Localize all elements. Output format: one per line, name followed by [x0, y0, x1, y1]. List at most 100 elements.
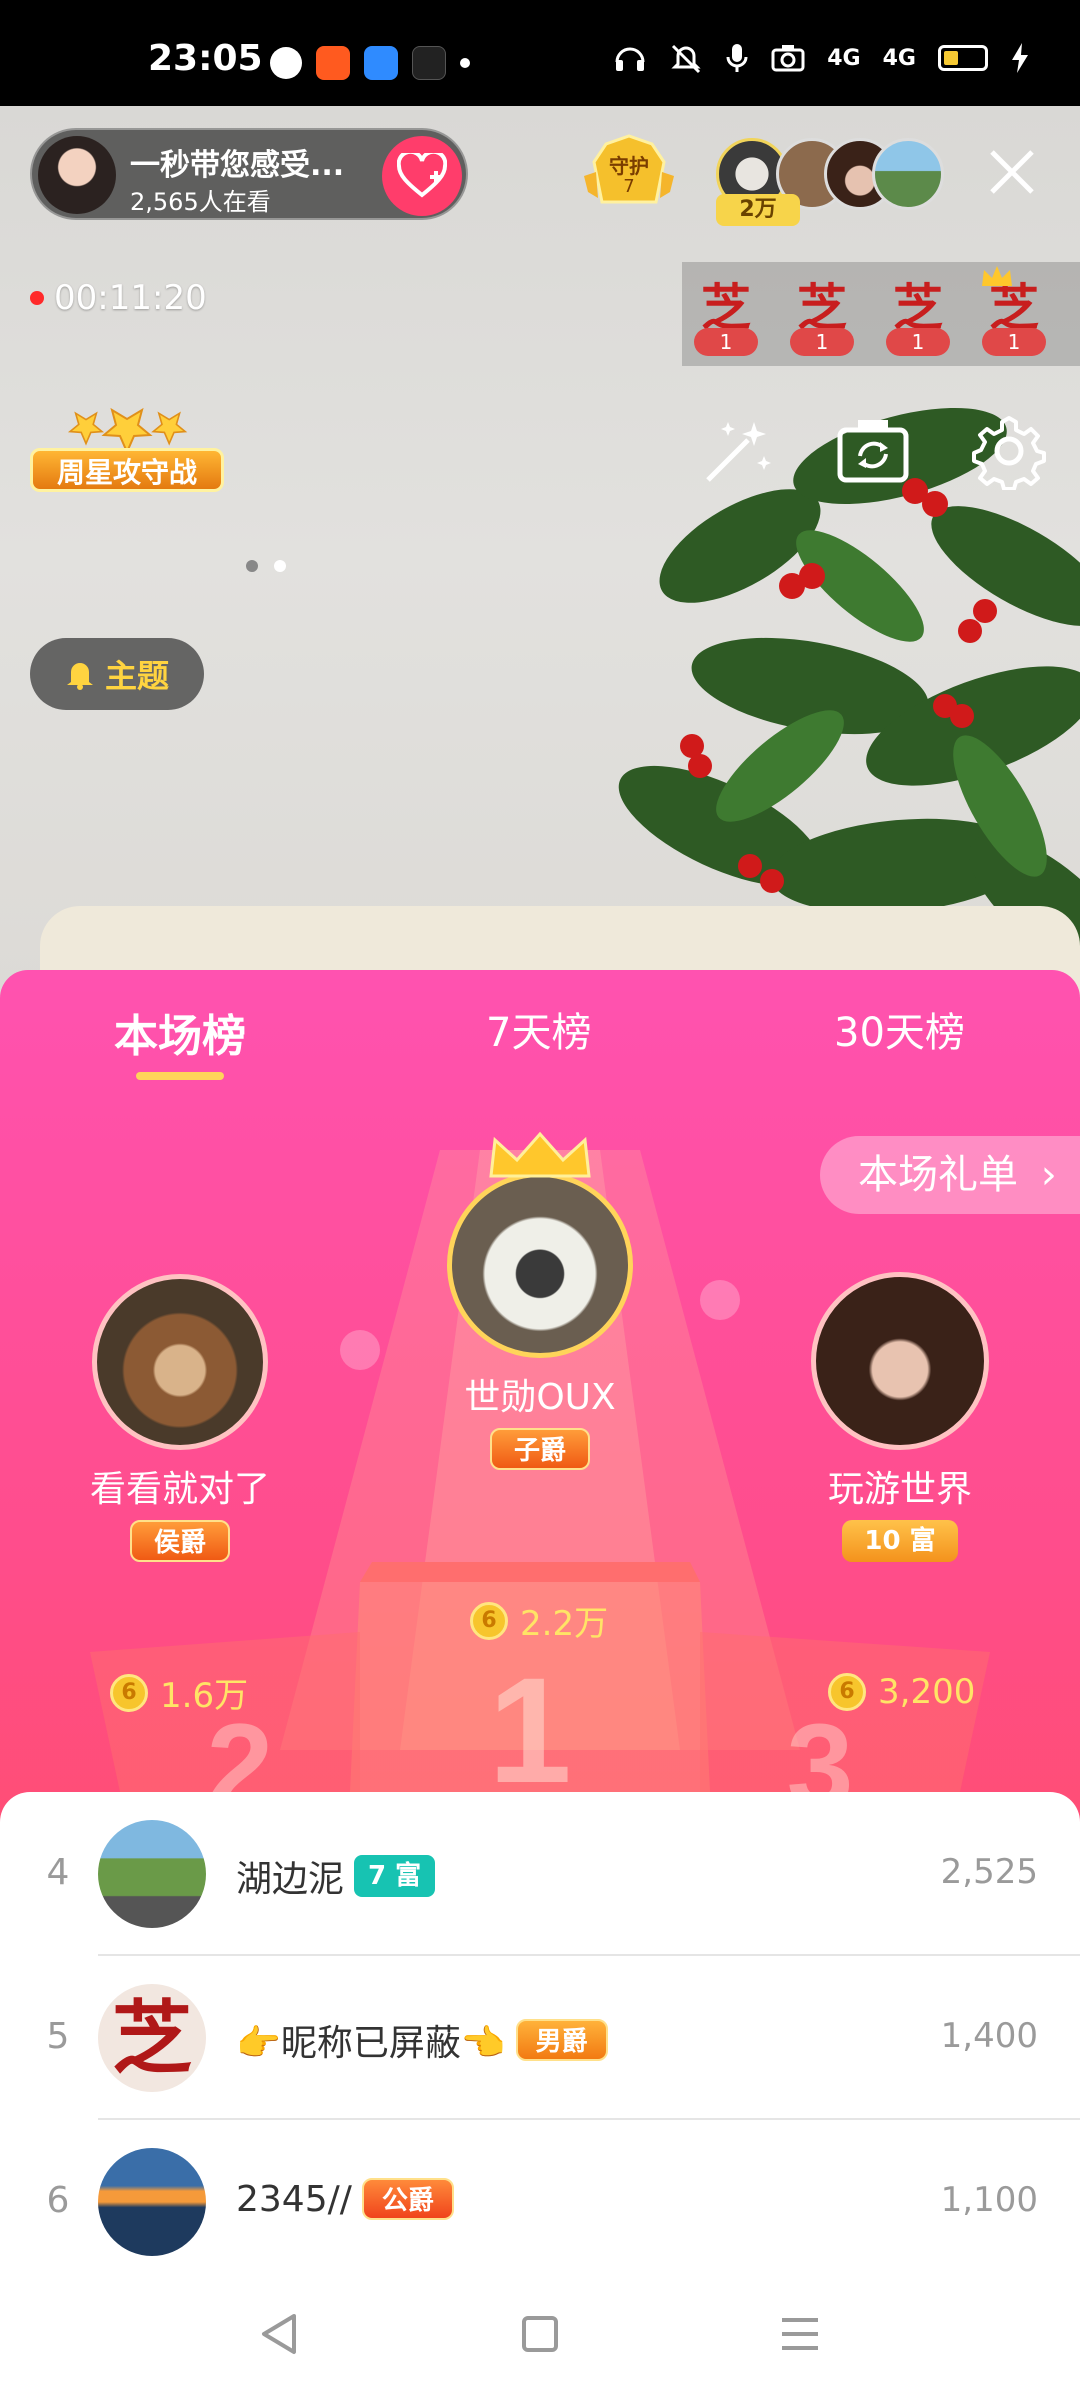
audience-avatar-4[interactable]	[872, 138, 944, 210]
coin-icon: 6	[470, 1601, 508, 1640]
guard-badge[interactable]: 守护 7	[584, 132, 674, 218]
fan-badge-strip[interactable]: 芝 1 芝 1 芝 1 芝 1	[682, 262, 1080, 366]
stream-timer: 00:11:20	[30, 278, 207, 318]
recents-menu-icon[interactable]	[770, 2304, 830, 2364]
fan-badge-count: 1	[790, 328, 854, 356]
row-score: 1,400	[940, 2016, 1038, 2056]
page-indicator	[246, 560, 286, 572]
row-name-wrap: 湖边泥 7 富	[236, 1850, 436, 1902]
row-rank: 5	[46, 2016, 70, 2057]
gift-list-label: 本场礼单	[858, 1152, 1018, 1198]
camera-icon	[771, 45, 805, 72]
top-user-2-avatar[interactable]	[92, 1274, 268, 1450]
app-icon-orange	[316, 46, 350, 80]
tab-30-days[interactable]: 30天榜	[834, 1000, 965, 1058]
tab-this-session[interactable]: 本场榜	[114, 1000, 246, 1064]
top-user-2-name: 看看就对了	[89, 1469, 270, 1510]
fan-badge[interactable]: 芝 1	[882, 278, 954, 358]
fan-badge[interactable]: 芝 1	[978, 266, 1050, 358]
fan-badge[interactable]: 芝 1	[786, 278, 858, 358]
top-user-3-score-value: 3,200	[878, 1672, 976, 1712]
top-user-2-score-value: 1.6万	[160, 1676, 249, 1716]
headphones-icon	[615, 47, 645, 71]
system-icons: 4G 4G	[613, 42, 1030, 74]
page-dot-active	[274, 560, 286, 572]
timer-text: 00:11:20	[54, 278, 207, 318]
more-dot-icon	[460, 58, 470, 68]
row-name-wrap: 👉昵称已屏蔽👈 男爵	[236, 2014, 608, 2066]
top-user-1-noble-badge: 子爵	[489, 1428, 590, 1470]
host-info-pill[interactable]: 一秒带您感受... 2,565人在看	[30, 128, 468, 220]
wealth-level-tag: 7 富	[354, 1855, 436, 1897]
fan-badge-count: 1	[886, 328, 950, 356]
tab-7-days[interactable]: 7天榜	[486, 1000, 591, 1058]
host-avatar[interactable]	[38, 136, 116, 214]
list-item[interactable]: 5 芝 👉昵称已屏蔽👈 男爵 1,400	[0, 1956, 1080, 2120]
plant-image	[618, 408, 1080, 1006]
bell-icon	[66, 663, 93, 690]
top-user-3-name: 玩游世界	[827, 1469, 972, 1510]
top-user-1-score-value: 2.2万	[520, 1604, 609, 1644]
network-4g-2: 4G	[882, 45, 916, 71]
top-user-3-wealth-badge: 10 富	[842, 1520, 958, 1562]
top-user-2-score: 6 1.6万	[110, 1668, 248, 1717]
row-name: 👉昵称已屏蔽👈	[236, 2023, 506, 2064]
small-crown-icon	[982, 266, 1012, 286]
top-user-1-avatar[interactable]	[447, 1172, 633, 1358]
system-nav-bar	[0, 2260, 1080, 2400]
top-user-2-noble-badge: 侯爵	[129, 1520, 230, 1562]
notification-icons	[270, 46, 470, 80]
tiktok-icon	[412, 46, 446, 80]
noble-tag: 公爵	[361, 2178, 454, 2220]
chevron-right-icon: ›	[1040, 1152, 1057, 1198]
weekly-star-label: 周星攻守战	[30, 448, 224, 492]
mute-bell-icon	[671, 44, 701, 74]
row-avatar[interactable]	[98, 1820, 206, 1928]
podium-number-3: 3	[787, 1699, 854, 1792]
host-name: 一秒带您感受...	[130, 148, 345, 183]
list-item[interactable]: 4 湖边泥 7 富 2,525	[0, 1792, 1080, 1956]
magic-wand-icon[interactable]	[698, 412, 776, 490]
topic-label: 主题	[104, 657, 169, 695]
top-user-3-avatar[interactable]	[811, 1272, 989, 1450]
audience-avatars[interactable]: 2万	[716, 132, 946, 226]
row-name: 湖边泥	[236, 1859, 345, 1900]
audience-count-badge: 2万	[716, 194, 800, 226]
settings-gear-icon[interactable]	[970, 412, 1048, 490]
page-dot	[246, 560, 258, 572]
viewer-count: 2,565人在看	[130, 188, 271, 216]
row-name-wrap: 2345// 公爵	[236, 2178, 454, 2220]
row-avatar[interactable]	[98, 2148, 206, 2256]
fan-badge-count: 1	[694, 328, 758, 356]
coin-icon: 6	[110, 1673, 148, 1712]
podium: 1 2 3	[90, 1562, 990, 1792]
weekly-star-battle-badge[interactable]: 周星攻守战	[30, 400, 224, 500]
row-rank: 4	[46, 1852, 70, 1893]
charging-icon	[1012, 43, 1028, 73]
live-video-area[interactable]	[0, 106, 1080, 1006]
top-user-1-score: 6 2.2万	[470, 1596, 608, 1645]
row-score: 2,525	[940, 1852, 1038, 1892]
microphone-icon	[726, 44, 748, 72]
row-rank: 6	[46, 2180, 70, 2221]
row-score: 1,100	[940, 2180, 1038, 2220]
fan-badge[interactable]: 芝 1	[690, 278, 762, 358]
close-icon[interactable]	[982, 142, 1042, 202]
camera-flip-icon[interactable]	[834, 412, 912, 490]
home-square-icon[interactable]	[510, 2304, 570, 2364]
topic-button[interactable]: 主题	[30, 638, 204, 710]
top-user-1[interactable]: 世勋OUX 子爵	[380, 1130, 700, 1470]
top-user-2[interactable]: 看看就对了 侯爵	[40, 1274, 320, 1562]
guard-label: 守护	[609, 154, 649, 178]
back-triangle-icon[interactable]	[250, 2304, 310, 2364]
follow-button[interactable]	[382, 136, 462, 216]
coin-icon: 6	[828, 1673, 866, 1711]
top-user-3[interactable]: 玩游世界 10 富	[760, 1272, 1040, 1562]
row-avatar[interactable]: 芝	[98, 1984, 206, 2092]
recording-dot-icon	[30, 291, 44, 305]
app-icon-blue	[364, 46, 398, 80]
fan-badge-count: 1	[982, 328, 1046, 356]
top-user-3-score: 6 3,200	[828, 1672, 975, 1712]
network-4g-1: 4G	[827, 45, 861, 71]
active-tab-underline	[136, 1072, 224, 1080]
